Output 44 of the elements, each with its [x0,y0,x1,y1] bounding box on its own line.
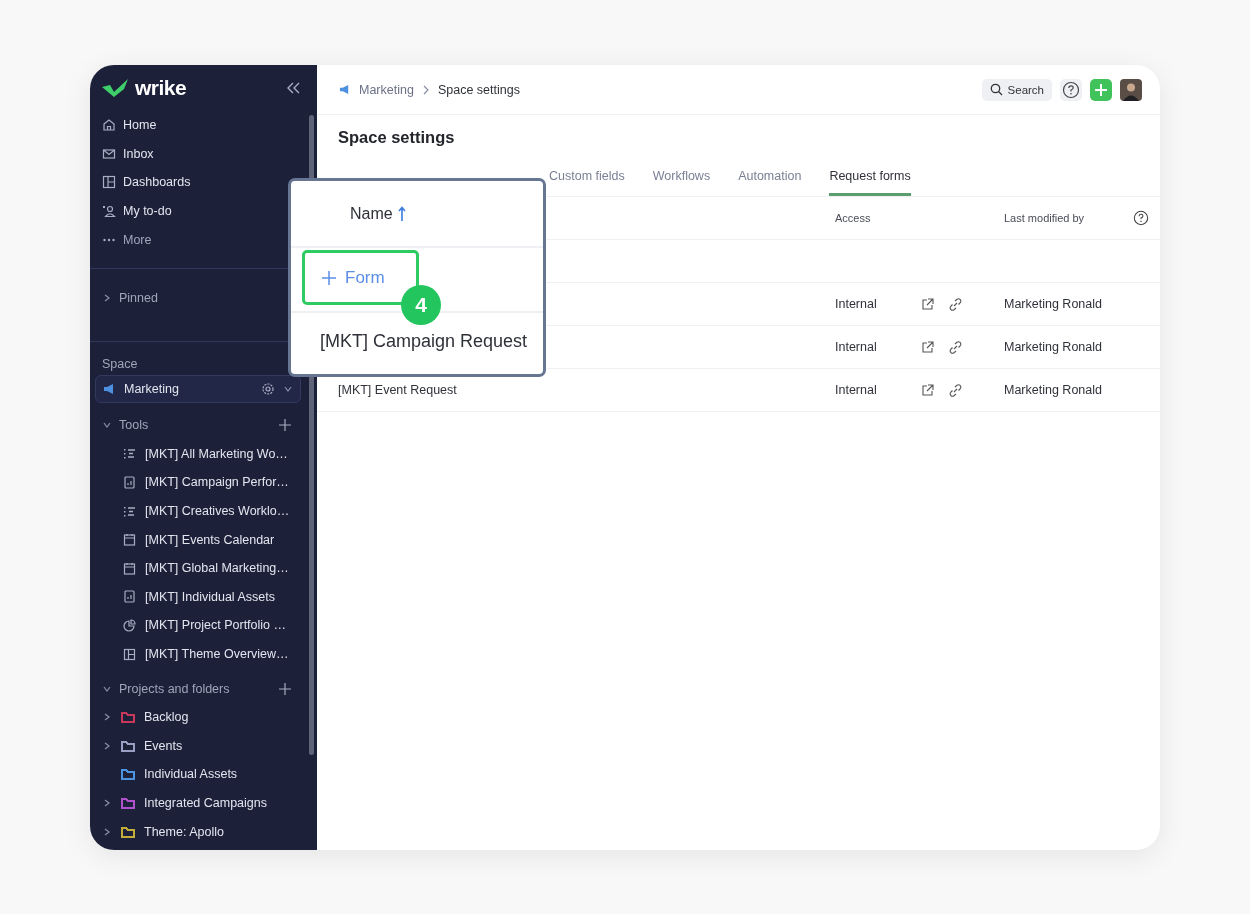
table-cell-text: Internal [835,340,878,354]
tool-item[interactable]: [MKT] Global Marketing… [90,553,317,583]
folder-item[interactable]: Theme: Apollo [90,817,317,846]
tab[interactable]: Request forms [829,169,911,196]
tab[interactable]: Automation [738,169,802,196]
tab[interactable]: Workflows [652,169,711,196]
section-heading: Space [101,355,139,373]
nav-item[interactable]: Dashboards [90,168,317,197]
tools-section[interactable]: Tools [90,410,317,440]
tool-item[interactable]: [MKT] Campaign Perfor… [90,468,317,497]
breadcrumb-link[interactable]: Marketing [359,82,414,97]
nav-item[interactable]: More [90,225,317,254]
folder-item[interactable]: Backlog [90,702,317,732]
table-cell-text: Internal [835,297,878,311]
nav-item[interactable]: Home [90,111,317,140]
tab[interactable]: Custom fields [549,169,625,196]
column-header[interactable]: Access [835,212,921,224]
space-selector[interactable]: Marketing [95,374,301,403]
table-cell[interactable]: [MKT] Campaign Request [320,331,528,352]
page-title: Space settings [338,128,456,147]
folder-item[interactable]: Events [90,731,317,761]
tool-item[interactable]: [MKT] Creatives Worklo… [90,496,317,526]
table-cell[interactable]: [MKT] Event Request [338,383,835,397]
column-header[interactable]: Last modified by [1004,212,1133,224]
folder-item[interactable]: Individual Assets [90,760,317,789]
tool-item[interactable]: [MKT] Theme Overview… [90,639,317,669]
tool-item[interactable]: [MKT] Individual Assets [90,582,317,612]
tool-item[interactable]: [MKT] All Marketing Wo… [90,439,317,469]
nav-item[interactable]: Inbox [90,139,317,169]
tool-item[interactable]: [MKT] Project Portfolio … [90,611,317,640]
table-cell-text: Marketing Ronald [1004,383,1103,397]
search-button[interactable]: Search [981,78,1052,101]
table-cell-text: Marketing Ronald [1004,297,1103,311]
tool-item[interactable]: [MKT] Events Calendar [90,525,317,554]
brand-name: wrike [135,76,188,100]
breadcrumb-link[interactable]: Space settings [437,82,520,97]
table-cell-text: Marketing Ronald [1004,340,1103,354]
folder-item[interactable]: Integrated Campaigns [90,788,317,818]
pinned-section[interactable]: Pinned [90,268,317,327]
nav-item[interactable]: My to-do [90,196,317,226]
projects-section[interactable]: Projects and folders [90,674,317,703]
column-header[interactable]: Name [350,204,393,223]
table-cell-text: Internal [835,383,878,397]
step-badge: 4 [401,285,441,325]
